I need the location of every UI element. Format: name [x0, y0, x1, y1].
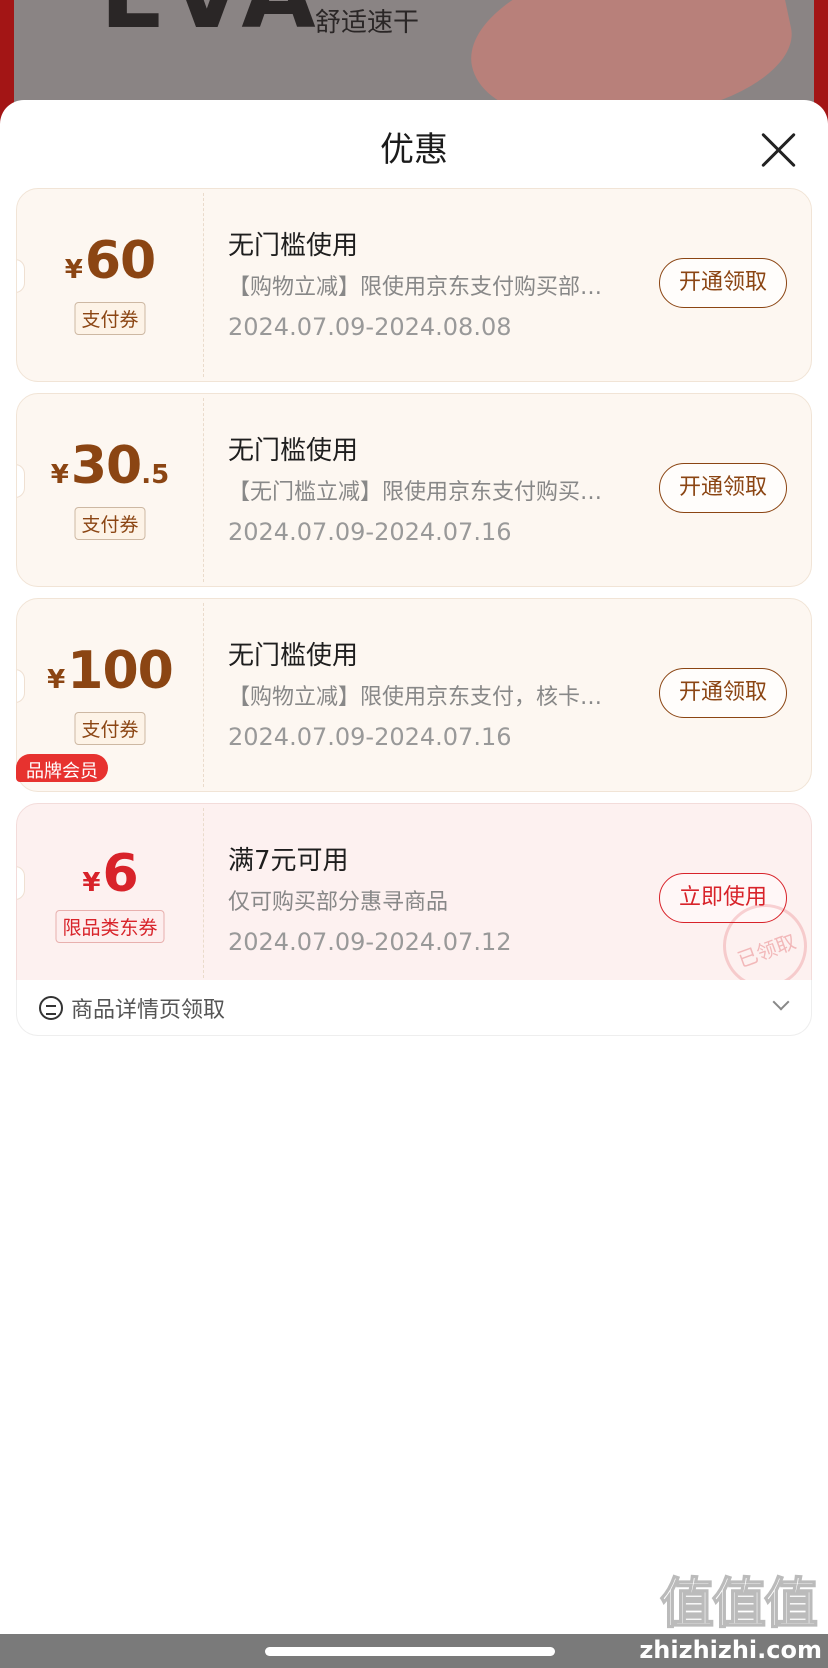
stamp-text: 已领取 — [734, 929, 800, 973]
coupon-source-text: 商品详情页领取 — [71, 998, 226, 1023]
coupon-card-brand-member: ¥6 限品类东券 满7元可用 仅可购买部分惠寻商品 2024.07.09-202… — [16, 803, 812, 983]
banner-slogan: 舒适速干 — [315, 8, 420, 38]
watermark-url: zhizhizhi.com — [639, 1636, 822, 1664]
coupon-date-range: 2024.07.09-2024.08.08 — [228, 313, 512, 341]
coupon-type-tag: 支付券 — [74, 712, 146, 745]
perforation-divider — [203, 193, 204, 377]
coupon-card: ¥30.5 支付券 无门槛使用 【无门槛立减】限使用京东支付购买… 2024.0… — [16, 393, 812, 587]
activate-claim-button[interactable]: 开通领取 — [659, 463, 787, 513]
coupon-description: 【购物立减】限使用京东支付购买部… — [228, 275, 603, 300]
perforation-divider — [203, 398, 204, 582]
watermark-logo: 值值值 — [659, 1571, 819, 1636]
chevron-down-icon[interactable] — [772, 993, 790, 1011]
activate-claim-button[interactable]: 开通领取 — [659, 668, 787, 718]
coupon-description: 【购物立减】限使用京东支付，核卡… — [228, 685, 603, 710]
coupon-title: 无门槛使用 — [228, 436, 359, 466]
coupon-title: 无门槛使用 — [228, 641, 359, 671]
coupon-date-range: 2024.07.09-2024.07.12 — [228, 928, 512, 956]
coupon-date-range: 2024.07.09-2024.07.16 — [228, 723, 512, 751]
coupon-description: 【无门槛立减】限使用京东支付购买… — [228, 480, 603, 505]
coupon-title: 满7元可用 — [228, 846, 349, 876]
brand-member-badge: 品牌会员 — [16, 754, 108, 782]
coupon-title: 无门槛使用 — [228, 231, 359, 261]
coupon-type-tag: 支付券 — [74, 302, 146, 335]
coupon-type-tag: 限品类东券 — [55, 910, 165, 943]
coupon-source-icon — [39, 996, 63, 1020]
banner-brand-text: EVA — [100, 0, 320, 50]
coupon-source-row[interactable]: 商品详情页领取 — [16, 980, 812, 1036]
coupon-card: ¥100 支付券 无门槛使用 【购物立减】限使用京东支付，核卡… 2024.07… — [16, 598, 812, 792]
home-indicator[interactable] — [265, 1647, 555, 1656]
coupon-description: 仅可购买部分惠寻商品 — [228, 890, 449, 915]
coupon-type-tag: 支付券 — [74, 507, 146, 540]
coupon-card: ¥60 支付券 无门槛使用 【购物立减】限使用京东支付购买部… 2024.07.… — [16, 188, 812, 382]
perforation-divider — [203, 603, 204, 787]
coupon-sheet: 优惠 ¥60 支付券 无门槛使用 【购物立减】限使用京东支付购买部… 2024.… — [0, 100, 828, 1668]
coupon-date-range: 2024.07.09-2024.07.16 — [228, 518, 512, 546]
close-icon[interactable] — [758, 130, 798, 170]
perforation-divider — [203, 808, 204, 978]
activate-claim-button[interactable]: 开通领取 — [659, 258, 787, 308]
sheet-title: 优惠 — [380, 130, 448, 170]
